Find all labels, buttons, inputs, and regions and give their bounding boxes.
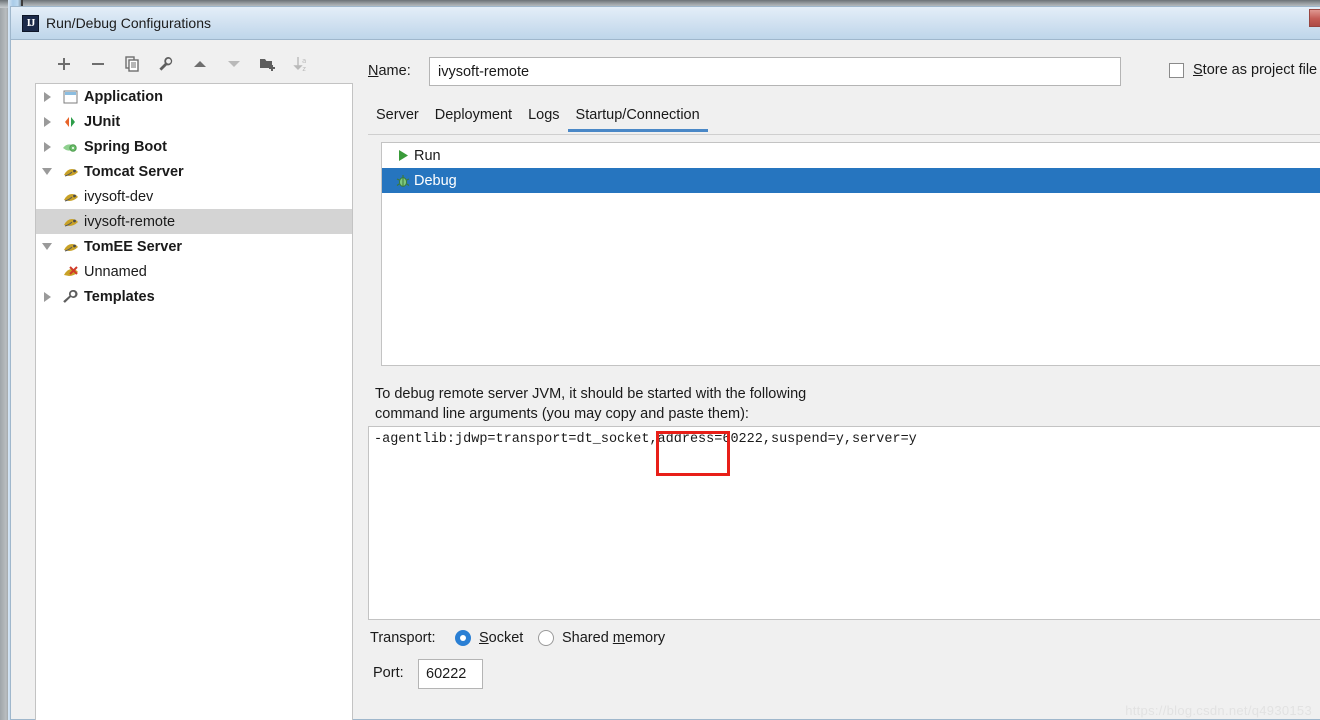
expand-arrow-icon[interactable] — [36, 291, 58, 302]
tree-item-unnamed[interactable]: Unnamed — [36, 259, 352, 284]
store-as-project-file-label[interactable]: Store as project file — [1193, 62, 1317, 78]
tree-item-tomee-server[interactable]: TomEE Server — [36, 234, 352, 259]
svg-text:a: a — [302, 57, 306, 65]
tree-item-junit[interactable]: JUnit — [36, 109, 352, 134]
store-as-project-file-checkbox[interactable] — [1169, 63, 1184, 78]
collapse-arrow-icon[interactable] — [36, 243, 58, 250]
spring-boot-icon — [58, 140, 82, 154]
tree-item-ivysoft-remote[interactable]: ivysoft-remote — [36, 209, 352, 234]
tree-item-label: TomEE Server — [84, 238, 183, 255]
application-icon — [58, 90, 82, 104]
remove-configuration-button[interactable] — [83, 49, 113, 79]
debug-hint-text: To debug remote server JVM, it should be… — [375, 384, 895, 424]
list-item-label: Debug — [414, 172, 457, 189]
svg-text:z: z — [302, 65, 306, 72]
tab-server[interactable]: Server — [368, 107, 427, 129]
tree-item-label: JUnit — [84, 113, 121, 130]
tree-item-spring-boot[interactable]: Spring Boot — [36, 134, 352, 159]
add-configuration-button[interactable] — [49, 49, 79, 79]
tree-item-label: Unnamed — [84, 263, 147, 280]
tree-item-label: ivysoft-remote — [84, 213, 176, 230]
transport-shared-memory-radio[interactable] — [538, 630, 554, 646]
hint-line-1: To debug remote server JVM, it should be… — [375, 386, 807, 402]
name-input[interactable] — [429, 57, 1121, 86]
transport-shared-memory-label[interactable]: Shared memory — [562, 630, 665, 646]
tomcat-icon — [58, 190, 82, 204]
list-item-run[interactable]: Run — [382, 143, 1320, 168]
name-label: Name: — [368, 63, 411, 79]
tab-separator — [368, 134, 1320, 135]
tab-startup-connection[interactable]: Startup/Connection — [567, 107, 708, 132]
new-folder-button[interactable] — [253, 49, 283, 79]
port-input[interactable] — [418, 659, 483, 689]
close-icon[interactable] — [1309, 9, 1320, 27]
expand-arrow-icon[interactable] — [36, 141, 58, 152]
expand-arrow-icon[interactable] — [36, 91, 58, 102]
tab-deployment[interactable]: Deployment — [427, 107, 520, 129]
configurations-tree[interactable]: Application JUnit Spring Boot Tomcat Ser… — [35, 83, 353, 720]
collapse-arrow-icon[interactable] — [36, 168, 58, 175]
intellij-idea-icon: IJ — [22, 15, 39, 32]
settings-tabs: Server Deployment Logs Startup/Connectio… — [368, 107, 708, 135]
run-debug-configurations-dialog: IJ Run/Debug Configurations a z Applicat… — [10, 6, 1320, 720]
tomcat-icon — [58, 215, 82, 229]
sort-az-icon[interactable]: a z — [287, 49, 317, 79]
junit-icon — [58, 115, 82, 129]
jvm-arguments-field[interactable]: -agentlib:jdwp=transport=dt_socket,addre… — [368, 426, 1320, 620]
tree-item-label: Templates — [84, 288, 155, 305]
watermark: https://blog.csdn.net/q4930153 — [1125, 703, 1312, 718]
launch-mode-list[interactable]: Run Debug — [381, 142, 1320, 366]
tree-item-templates[interactable]: Templates — [36, 284, 352, 309]
move-up-button[interactable] — [185, 49, 215, 79]
expand-arrow-icon[interactable] — [36, 116, 58, 127]
list-item-debug[interactable]: Debug — [382, 168, 1320, 193]
tab-logs[interactable]: Logs — [520, 107, 567, 129]
move-down-button[interactable] — [219, 49, 249, 79]
run-play-icon — [392, 149, 414, 162]
tomcat-icon — [58, 165, 82, 179]
edit-templates-button[interactable] — [151, 49, 181, 79]
transport-socket-label[interactable]: Socket — [479, 630, 523, 646]
wrench-icon — [58, 289, 82, 304]
transport-socket-radio[interactable] — [455, 630, 471, 646]
debug-bug-icon — [392, 174, 414, 188]
copy-configuration-button[interactable] — [117, 49, 147, 79]
dialog-titlebar: IJ Run/Debug Configurations — [11, 7, 1320, 40]
tomee-invalid-icon — [58, 265, 82, 279]
jvm-arguments-text: -agentlib:jdwp=transport=dt_socket,addre… — [374, 432, 917, 447]
tree-item-application[interactable]: Application — [36, 84, 352, 109]
tree-item-label: ivysoft-dev — [84, 188, 154, 205]
port-label: Port: — [373, 665, 404, 681]
list-item-label: Run — [414, 147, 441, 164]
tree-item-ivysoft-dev[interactable]: ivysoft-dev — [36, 184, 352, 209]
configurations-toolbar: a z — [31, 49, 351, 81]
dialog-title: Run/Debug Configurations — [46, 15, 211, 31]
screenshot-root: IJ Run/Debug Configurations a z Applicat… — [0, 0, 1320, 720]
tree-item-label: Tomcat Server — [84, 163, 184, 180]
tree-item-label: Spring Boot — [84, 138, 167, 155]
transport-label: Transport: — [370, 630, 436, 646]
tree-item-tomcat-server[interactable]: Tomcat Server — [36, 159, 352, 184]
hint-line-2: command line arguments (you may copy and… — [375, 406, 749, 422]
tomee-icon — [58, 240, 82, 254]
tree-item-label: Application — [84, 88, 163, 105]
